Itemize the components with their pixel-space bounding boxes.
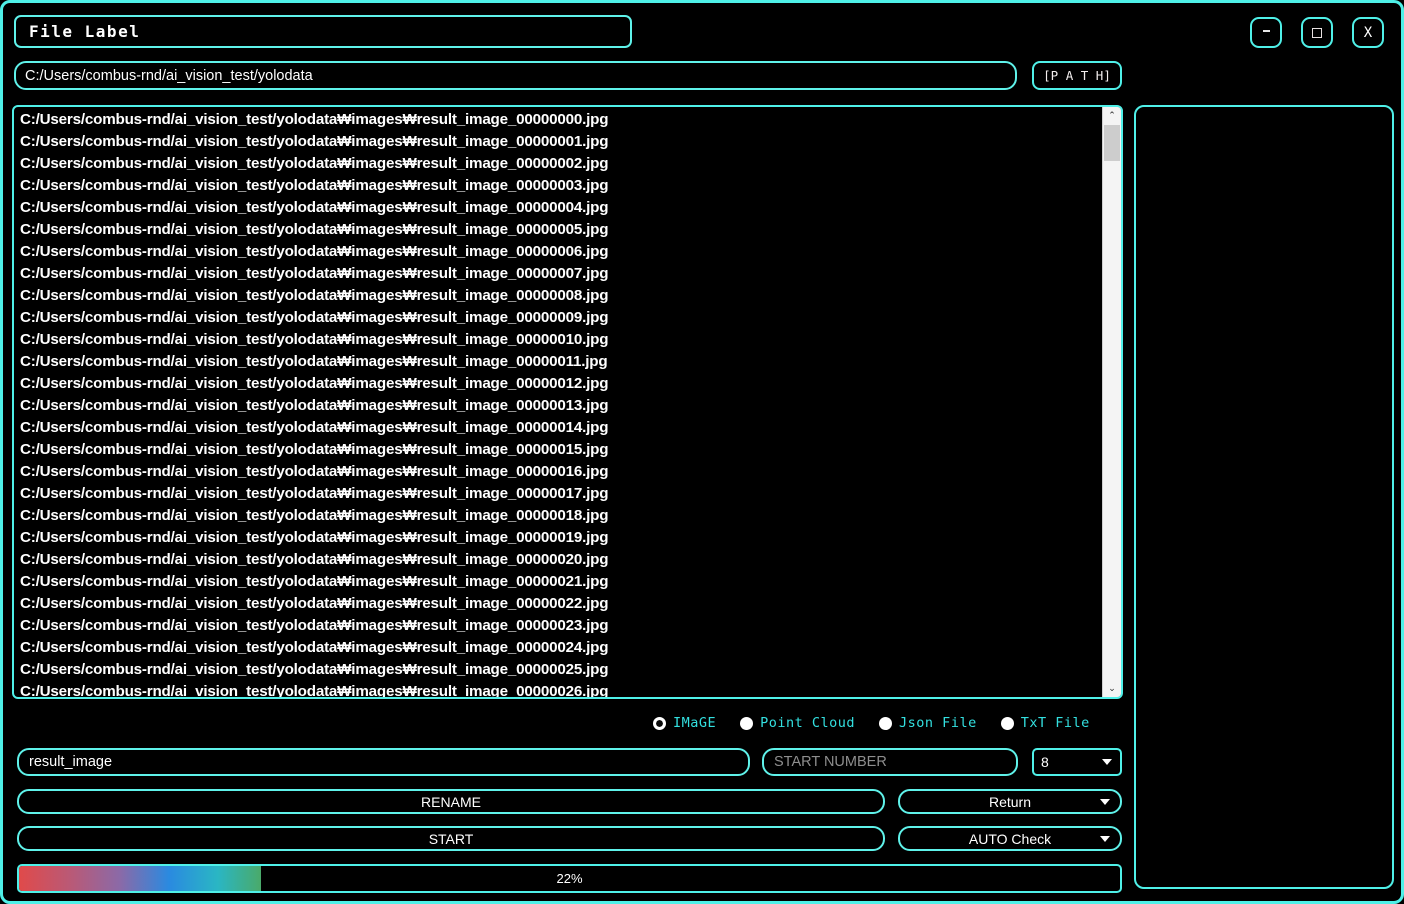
file-type-radio-group: IMaGE Point Cloud Json File TxT File <box>653 711 1090 735</box>
list-item[interactable]: C:/Users/combus-rnd/ai_vision_test/yolod… <box>20 329 1102 351</box>
list-item[interactable]: C:/Users/combus-rnd/ai_vision_test/yolod… <box>20 285 1102 307</box>
maximize-button[interactable] <box>1301 17 1333 48</box>
start-button[interactable]: START <box>17 826 885 851</box>
browse-path-button[interactable]: [P A T H] <box>1032 61 1122 90</box>
close-icon: X <box>1363 24 1373 41</box>
auto-check-select[interactable]: AUTO Check <box>898 826 1122 851</box>
radio-unselected-icon <box>740 716 754 730</box>
file-list[interactable]: C:/Users/combus-rnd/ai_vision_test/yolod… <box>14 107 1102 697</box>
list-item[interactable]: C:/Users/combus-rnd/ai_vision_test/yolod… <box>20 659 1102 681</box>
list-item[interactable]: C:/Users/combus-rnd/ai_vision_test/yolod… <box>20 153 1102 175</box>
auto-check-value: AUTO Check <box>968 830 1052 847</box>
chevron-down-icon <box>1102 759 1112 765</box>
title-bar: File Label <box>14 15 632 48</box>
list-item[interactable]: C:/Users/combus-rnd/ai_vision_test/yolod… <box>20 219 1102 241</box>
scroll-up-icon[interactable]: ⌃ <box>1103 107 1121 124</box>
list-item[interactable]: C:/Users/combus-rnd/ai_vision_test/yolod… <box>20 395 1102 417</box>
scroll-down-icon[interactable]: ⌄ <box>1103 680 1121 697</box>
list-item[interactable]: C:/Users/combus-rnd/ai_vision_test/yolod… <box>20 505 1102 527</box>
radio-unselected-icon <box>1000 716 1014 730</box>
browse-path-label: [P A T H] <box>1043 68 1111 83</box>
minimize-icon <box>1262 30 1270 32</box>
rename-button[interactable]: RENAME <box>17 789 885 814</box>
path-input[interactable] <box>14 61 1017 90</box>
return-mode-value: Return <box>988 793 1032 810</box>
list-item[interactable]: C:/Users/combus-rnd/ai_vision_test/yolod… <box>20 307 1102 329</box>
radio-txt-file[interactable]: TxT File <box>1000 715 1090 731</box>
radio-image[interactable]: IMaGE <box>653 715 716 731</box>
file-list-panel: C:/Users/combus-rnd/ai_vision_test/yolod… <box>12 105 1123 699</box>
radio-point-cloud[interactable]: Point Cloud <box>740 715 855 731</box>
close-button[interactable]: X <box>1352 17 1384 48</box>
list-item[interactable]: C:/Users/combus-rnd/ai_vision_test/yolod… <box>20 461 1102 483</box>
radio-label: Json File <box>899 715 977 731</box>
digit-count-value: 8 <box>1041 754 1049 770</box>
app-window: File Label X [P A T H] C:/Users/combus-r… <box>0 0 1404 904</box>
filename-prefix-input[interactable] <box>17 748 750 776</box>
progress-label: 22% <box>556 871 583 886</box>
chevron-down-icon <box>1100 798 1110 805</box>
list-item[interactable]: C:/Users/combus-rnd/ai_vision_test/yolod… <box>20 637 1102 659</box>
progress-bar: 22% <box>17 864 1122 893</box>
list-item[interactable]: C:/Users/combus-rnd/ai_vision_test/yolod… <box>20 131 1102 153</box>
preview-panel[interactable] <box>1134 105 1394 889</box>
page-title: File Label <box>29 22 141 41</box>
list-item[interactable]: C:/Users/combus-rnd/ai_vision_test/yolod… <box>20 241 1102 263</box>
list-item[interactable]: C:/Users/combus-rnd/ai_vision_test/yolod… <box>20 417 1102 439</box>
minimize-button[interactable] <box>1250 17 1282 48</box>
list-item[interactable]: C:/Users/combus-rnd/ai_vision_test/yolod… <box>20 109 1102 131</box>
rename-label: RENAME <box>421 793 481 810</box>
list-item[interactable]: C:/Users/combus-rnd/ai_vision_test/yolod… <box>20 197 1102 219</box>
list-item[interactable]: C:/Users/combus-rnd/ai_vision_test/yolod… <box>20 351 1102 373</box>
list-item[interactable]: C:/Users/combus-rnd/ai_vision_test/yolod… <box>20 175 1102 197</box>
list-item[interactable]: C:/Users/combus-rnd/ai_vision_test/yolod… <box>20 263 1102 285</box>
start-number-input[interactable] <box>762 748 1018 776</box>
radio-label: TxT File <box>1020 715 1090 731</box>
radio-label: Point Cloud <box>760 715 856 731</box>
list-item[interactable]: C:/Users/combus-rnd/ai_vision_test/yolod… <box>20 593 1102 615</box>
start-label: START <box>428 830 474 847</box>
radio-unselected-icon <box>879 716 893 730</box>
list-item[interactable]: C:/Users/combus-rnd/ai_vision_test/yolod… <box>20 615 1102 637</box>
list-item[interactable]: C:/Users/combus-rnd/ai_vision_test/yolod… <box>20 527 1102 549</box>
radio-selected-icon <box>653 716 666 730</box>
list-item[interactable]: C:/Users/combus-rnd/ai_vision_test/yolod… <box>20 439 1102 461</box>
radio-json-file[interactable]: Json File <box>879 715 977 731</box>
scrollbar-thumb[interactable] <box>1104 125 1120 161</box>
list-item[interactable]: C:/Users/combus-rnd/ai_vision_test/yolod… <box>20 483 1102 505</box>
maximize-icon <box>1312 27 1322 38</box>
digit-count-select[interactable]: 8 <box>1032 748 1122 776</box>
list-item[interactable]: C:/Users/combus-rnd/ai_vision_test/yolod… <box>20 373 1102 395</box>
list-item[interactable]: C:/Users/combus-rnd/ai_vision_test/yolod… <box>20 681 1102 697</box>
chevron-down-icon <box>1100 835 1110 842</box>
list-item[interactable]: C:/Users/combus-rnd/ai_vision_test/yolod… <box>20 571 1102 593</box>
radio-label: IMaGE <box>673 715 717 731</box>
list-item[interactable]: C:/Users/combus-rnd/ai_vision_test/yolod… <box>20 549 1102 571</box>
return-mode-select[interactable]: Return <box>898 789 1122 814</box>
file-list-scrollbar[interactable]: ⌃ ⌄ <box>1102 107 1121 697</box>
